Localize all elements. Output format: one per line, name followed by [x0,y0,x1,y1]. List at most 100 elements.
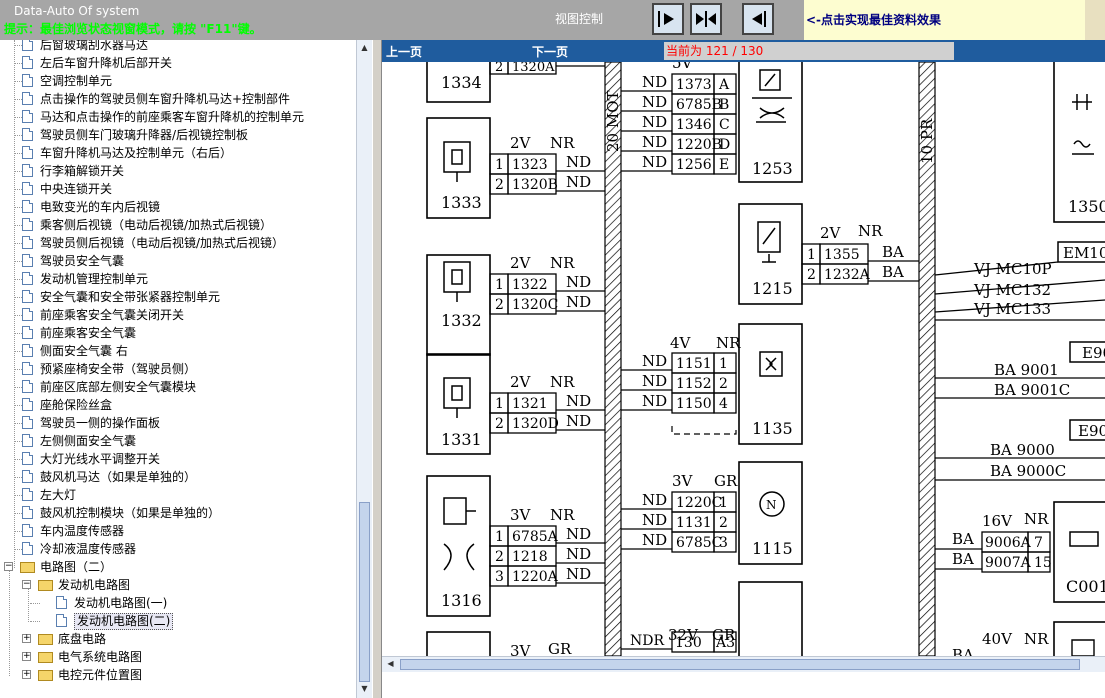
collapse-icon[interactable]: − [22,580,31,589]
document-icon [22,74,33,87]
wire [671,426,737,435]
wire-color: ND [566,565,591,583]
wire-code: 1150 [676,396,712,412]
wire-code: 6785B [676,97,722,113]
connector-pins: 2V [820,224,842,242]
scrollbar-thumb[interactable] [400,659,1080,670]
tree-label: 发动机电路图 [58,578,131,592]
connector-label: E90 [1082,344,1105,362]
wire-color: ND [642,133,667,151]
scroll-left-icon[interactable]: ◀ [384,657,397,671]
document-icon [22,524,33,537]
tree-guide-line [14,40,15,568]
tree-scrollbar[interactable]: ▲ ▼ [356,40,372,698]
wire-label: VJ MC133 [973,300,1051,318]
pin-number: 3 [719,535,728,551]
scroll-up-icon[interactable]: ▲ [358,41,371,55]
wire-code: 1355 [824,247,860,263]
pin-number: 3 [495,569,504,585]
document-icon [22,344,33,357]
connector-icon [443,261,471,302]
wire-code: 1152 [676,376,712,392]
document-icon [22,164,33,177]
arrow-right-icon [658,11,674,27]
wire-code: 1220A [512,569,559,585]
next-page-link[interactable]: 下一页 [532,43,568,60]
document-icon [22,236,33,249]
tree-label: 大灯光线水平调整开关 [40,452,161,466]
collapse-icon[interactable]: − [4,562,13,571]
split-arrows-icon [696,11,716,27]
wire-code: 1320C [512,297,558,313]
tree-label: 驾驶员一侧的操作面板 [40,416,161,430]
component-id: 1253 [752,159,793,178]
document-icon [56,596,67,609]
wire-color: ND [566,173,591,191]
component-box [1053,621,1105,656]
wire-color: BA [882,263,904,281]
connector-label: E90 [1078,422,1105,440]
tree-label: 车窗升降机马达及控制单元（右后） [40,146,233,160]
wire-label: VJ MC10P [973,260,1052,278]
tree-label: 电路图（二） [40,560,113,574]
tree-label: 空调控制单元 [40,74,113,88]
wire-label: VJ MC132 [973,281,1051,299]
wire-color: ND [566,293,591,311]
pin-number: E [719,157,729,173]
best-effect-link[interactable]: <-点击实现最佳资料效果 [804,0,1085,40]
component-box [426,631,491,656]
split-pane-button[interactable] [690,3,722,35]
wire-code: 1232A [824,267,871,283]
document-icon [22,326,33,339]
tree-label: 车内温度传感器 [40,524,125,538]
wire-code: 1151 [676,356,712,372]
connector-color: NR [716,334,741,352]
diagram-horizontal-scrollbar[interactable]: ◀ [382,656,1105,672]
connector-color: NR [550,373,575,391]
document-icon [22,488,33,501]
scrollbar-thumb[interactable] [359,502,370,682]
wire-color: ND [642,511,667,529]
tree-label: 鼓风机马达（如果是单独的） [40,470,197,484]
connector-color: NR [550,134,575,152]
document-icon [22,254,33,267]
document-icon [22,92,33,105]
component-symbol-icon [752,69,792,123]
tree-label: 鼓风机控制模块（如果是单独的） [40,506,221,520]
expand-pane-button[interactable] [652,3,684,35]
tree-label: 电气系统电路图 [58,650,143,664]
prev-page-link[interactable]: 上一页 [386,43,422,60]
wire-color: ND [642,73,667,91]
connector-color: GR [714,472,738,490]
wire-code: 1346 [676,117,712,133]
bus-label: 20 MOT [604,90,622,152]
folder-icon [38,634,53,645]
tree-label: 座舱保险丝盒 [40,398,113,412]
tree-label: 前座乘客安全气囊关闭开关 [40,308,185,322]
component-symbol-icon [1072,94,1094,155]
directory-tree: 后窗玻璃刮水器马达 左后车窗升降机后部开关 空调控制单元 点击操作的驾驶员侧车窗升降机… [0,40,356,698]
connector-pins: 3V [510,642,532,656]
expand-icon[interactable]: + [22,652,31,661]
bus-label: 10 PR [918,118,936,164]
expand-icon[interactable]: + [22,670,31,679]
document-icon [22,416,33,429]
pin-number: 2 [495,62,503,75]
pin-number: 2 [807,267,816,283]
pin-number: 1 [495,529,504,545]
pane-splitter[interactable] [372,40,382,698]
collapse-pane-button[interactable] [742,3,774,35]
expand-icon[interactable]: + [22,634,31,643]
scroll-down-icon[interactable]: ▼ [358,682,371,696]
wire-color: NDR [630,633,664,649]
bottom-blank [382,672,1105,698]
wire-color: BA [882,243,904,261]
tree-label: 左大灯 [40,488,77,502]
component-id: 1331 [441,430,482,449]
wire-color: ND [566,153,591,171]
arrow-left-icon [752,11,766,27]
view-control-label: 视图控制 [555,12,604,26]
tree-label: 左后车窗升降机后部开关 [40,56,173,70]
tree-label: 点击操作的驾驶员侧车窗升降机马达+控制部件 [40,92,291,106]
component-box [738,581,803,656]
